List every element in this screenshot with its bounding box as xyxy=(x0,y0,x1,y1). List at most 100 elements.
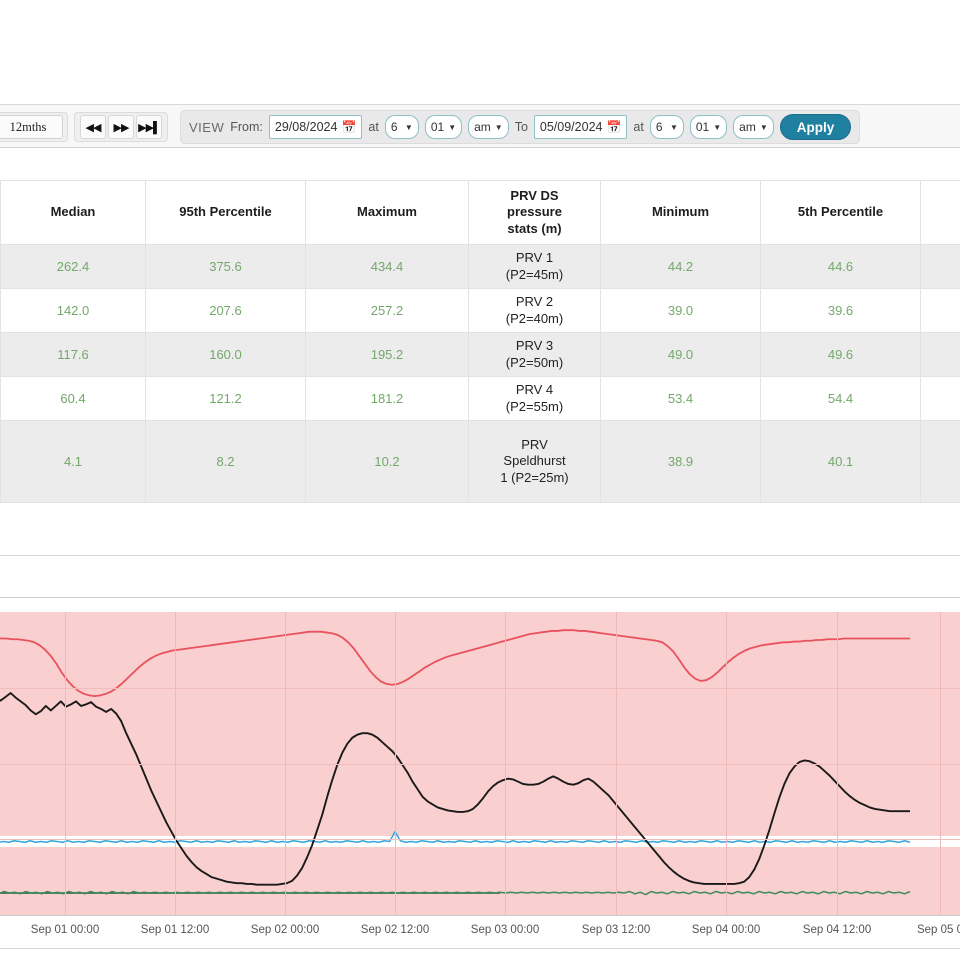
row-blank-right xyxy=(921,245,960,289)
time-nav-group: ◀◀ ▶▶ ▶▶▌ xyxy=(74,112,168,142)
cell-median: 142.0 xyxy=(1,289,146,333)
range-selector-group: 12mths xyxy=(0,112,68,142)
prv-name-l2: (P2=50m) xyxy=(506,355,563,370)
to-label: To xyxy=(515,120,528,134)
prv-head-l3: stats (m) xyxy=(507,221,561,236)
x-axis-tick-label: Sep 02 00:00 xyxy=(251,924,319,936)
prv-name-l2: (P2=45m) xyxy=(506,267,563,282)
x-axis-tick-label: Sep 03 00:00 xyxy=(471,924,539,936)
chevron-down-icon: ▼ xyxy=(405,123,413,132)
col-head-p95[interactable]: 95th Percentile xyxy=(146,181,306,245)
timeseries-chart: Sep 01 00:00Sep 01 12:00Sep 02 00:00Sep … xyxy=(0,612,960,960)
table-body: 262.4 375.6 434.4 PRV 1 (P2=45m) 44.2 44… xyxy=(0,245,960,503)
prv-name-l2: (P2=40m) xyxy=(506,311,563,326)
axis-top-rule xyxy=(0,915,960,916)
cell-p5: 54.4 xyxy=(761,377,921,421)
col-head-maximum[interactable]: Maximum xyxy=(306,181,469,245)
row-blank-right xyxy=(921,421,960,503)
chart-horizontal-gridline xyxy=(0,688,960,689)
from-date-value: 29/08/2024 xyxy=(275,120,338,134)
col-head-blank-right xyxy=(921,181,960,245)
cell-maximum: 434.4 xyxy=(306,245,469,289)
section-divider-bottom xyxy=(0,597,960,598)
to-date-input[interactable]: 05/09/2024 📅 xyxy=(534,115,628,139)
chevron-down-icon: ▼ xyxy=(713,123,721,132)
cell-median: 262.4 xyxy=(1,245,146,289)
range-12mths-button[interactable]: 12mths xyxy=(0,115,63,139)
cell-p5: 39.6 xyxy=(761,289,921,333)
cell-minimum: 53.4 xyxy=(601,377,761,421)
app-page: 12mths ◀◀ ▶▶ ▶▶▌ VIEW From: 29/08/2024 📅… xyxy=(0,0,960,960)
cell-prv-name: PRV Speldhurst 1 (P2=25m) xyxy=(469,421,601,503)
col-head-median[interactable]: Median xyxy=(1,181,146,245)
chart-horizontal-gridline xyxy=(0,839,960,840)
table-row[interactable]: 262.4 375.6 434.4 PRV 1 (P2=45m) 44.2 44… xyxy=(0,245,960,289)
prv-name-l1: PRV 2 xyxy=(516,294,553,309)
cell-median: 4.1 xyxy=(1,421,146,503)
cell-minimum: 38.9 xyxy=(601,421,761,503)
from-minute-value: 01 xyxy=(431,120,444,134)
cell-maximum: 181.2 xyxy=(306,377,469,421)
prv-name-l3: 1 (P2=25m) xyxy=(500,470,568,485)
x-axis-tick-label: Sep 04 12:00 xyxy=(803,924,871,936)
view-label: VIEW xyxy=(189,120,224,135)
cell-maximum: 10.2 xyxy=(306,421,469,503)
chart-x-axis: Sep 01 00:00Sep 01 12:00Sep 02 00:00Sep … xyxy=(0,915,960,960)
cell-prv-name: PRV 2 (P2=40m) xyxy=(469,289,601,333)
view-range-group: VIEW From: 29/08/2024 📅 at 6 ▼ 01 ▼ am xyxy=(180,110,860,144)
cell-median: 117.6 xyxy=(1,333,146,377)
to-minute-select[interactable]: 01 ▼ xyxy=(690,115,727,139)
chevron-down-icon: ▼ xyxy=(448,123,456,132)
cell-minimum: 44.2 xyxy=(601,245,761,289)
from-label: From: xyxy=(230,120,263,134)
from-meridiem-select[interactable]: am ▼ xyxy=(468,115,509,139)
col-head-prv-ds-pressure[interactable]: PRV DS pressure stats (m) xyxy=(469,181,601,245)
cell-prv-name: PRV 4 (P2=55m) xyxy=(469,377,601,421)
table-row[interactable]: 60.4 121.2 181.2 PRV 4 (P2=55m) 53.4 54.… xyxy=(0,377,960,421)
cell-prv-name: PRV 1 (P2=45m) xyxy=(469,245,601,289)
to-date-value: 05/09/2024 xyxy=(540,120,603,134)
calendar-icon[interactable]: 📅 xyxy=(341,121,356,133)
from-minute-select[interactable]: 01 ▼ xyxy=(425,115,462,139)
cell-p95: 207.6 xyxy=(146,289,306,333)
col-head-p5[interactable]: 5th Percentile xyxy=(761,181,921,245)
chart-plot-area[interactable] xyxy=(0,612,960,915)
prv-name-l2: (P2=55m) xyxy=(506,399,563,414)
cell-maximum: 195.2 xyxy=(306,333,469,377)
cell-p5: 49.6 xyxy=(761,333,921,377)
chevron-down-icon: ▼ xyxy=(760,123,768,132)
step-forward-icon[interactable]: ▶▶ xyxy=(108,115,134,139)
col-head-minimum[interactable]: Minimum xyxy=(601,181,761,245)
from-meridiem-value: am xyxy=(474,120,491,134)
x-axis-tick-label: Sep 02 12:00 xyxy=(361,924,429,936)
x-axis-tick-label: Sep 01 12:00 xyxy=(141,924,209,936)
to-at-label: at xyxy=(633,120,643,134)
from-date-input[interactable]: 29/08/2024 📅 xyxy=(269,115,363,139)
to-hour-select[interactable]: 6 ▼ xyxy=(650,115,684,139)
prv-head-l1: PRV DS xyxy=(510,188,558,203)
to-meridiem-select[interactable]: am ▼ xyxy=(733,115,774,139)
prv-name-l1: PRV 3 xyxy=(516,338,553,353)
table-row[interactable]: 117.6 160.0 195.2 PRV 3 (P2=50m) 49.0 49… xyxy=(0,333,960,377)
table-row[interactable]: 142.0 207.6 257.2 PRV 2 (P2=40m) 39.0 39… xyxy=(0,289,960,333)
chart-series-line xyxy=(0,693,910,885)
cell-median: 60.4 xyxy=(1,377,146,421)
skip-to-end-icon[interactable]: ▶▶▌ xyxy=(136,115,162,139)
table-row[interactable]: 4.1 8.2 10.2 PRV Speldhurst 1 (P2=25m) 3… xyxy=(0,421,960,503)
cell-p95: 121.2 xyxy=(146,377,306,421)
prv-name-l2: Speldhurst xyxy=(503,453,565,468)
calendar-icon[interactable]: 📅 xyxy=(606,121,621,133)
step-back-icon[interactable]: ◀◀ xyxy=(80,115,106,139)
apply-button[interactable]: Apply xyxy=(780,114,852,140)
x-axis-tick-label: Sep 04 00:00 xyxy=(692,924,760,936)
chevron-down-icon: ▼ xyxy=(670,123,678,132)
to-hour-value: 6 xyxy=(656,120,663,134)
from-hour-select[interactable]: 6 ▼ xyxy=(385,115,419,139)
prv-name-l1: PRV 1 xyxy=(516,250,553,265)
axis-bottom-rule xyxy=(0,948,960,949)
pressure-stats-table: Median 95th Percentile Maximum PRV DS pr… xyxy=(0,180,960,503)
pressure-stats-table-container: Median 95th Percentile Maximum PRV DS pr… xyxy=(0,180,960,540)
cell-p5: 44.6 xyxy=(761,245,921,289)
row-blank-right xyxy=(921,333,960,377)
cell-minimum: 39.0 xyxy=(601,289,761,333)
